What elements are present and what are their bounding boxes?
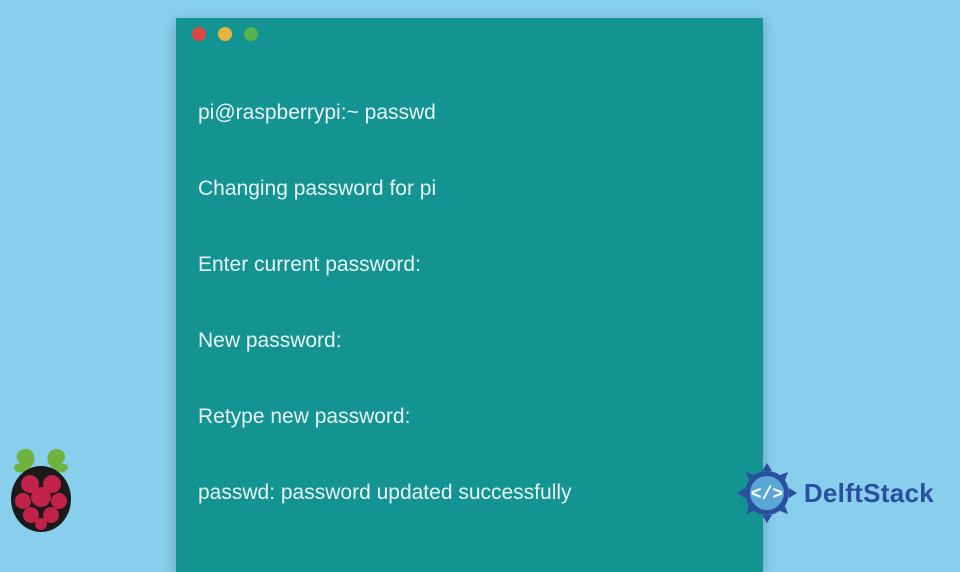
close-icon[interactable] [192, 27, 206, 41]
maximize-icon[interactable] [244, 27, 258, 41]
terminal-line: New password: [198, 322, 741, 360]
svg-text:</>: </> [751, 485, 783, 505]
minimize-icon[interactable] [218, 27, 232, 41]
terminal-line: Enter current password: [198, 246, 741, 284]
terminal-titlebar [176, 18, 763, 50]
terminal-line: Changing password for pi [198, 170, 741, 208]
delftstack-brand: </> DelftStack [736, 462, 934, 524]
delftstack-badge-icon: </> [736, 462, 798, 524]
delftstack-label: DelftStack [804, 478, 934, 509]
raspberry-pi-icon [6, 444, 76, 534]
terminal-window: pi@raspberrypi:~ passwd Changing passwor… [176, 18, 763, 572]
terminal-line: passwd: password updated successfully [198, 474, 741, 512]
terminal-line: Retype new password: [198, 398, 741, 436]
terminal-body: pi@raspberrypi:~ passwd Changing passwor… [176, 50, 763, 572]
terminal-line: pi@raspberrypi:~ passwd [198, 94, 741, 132]
